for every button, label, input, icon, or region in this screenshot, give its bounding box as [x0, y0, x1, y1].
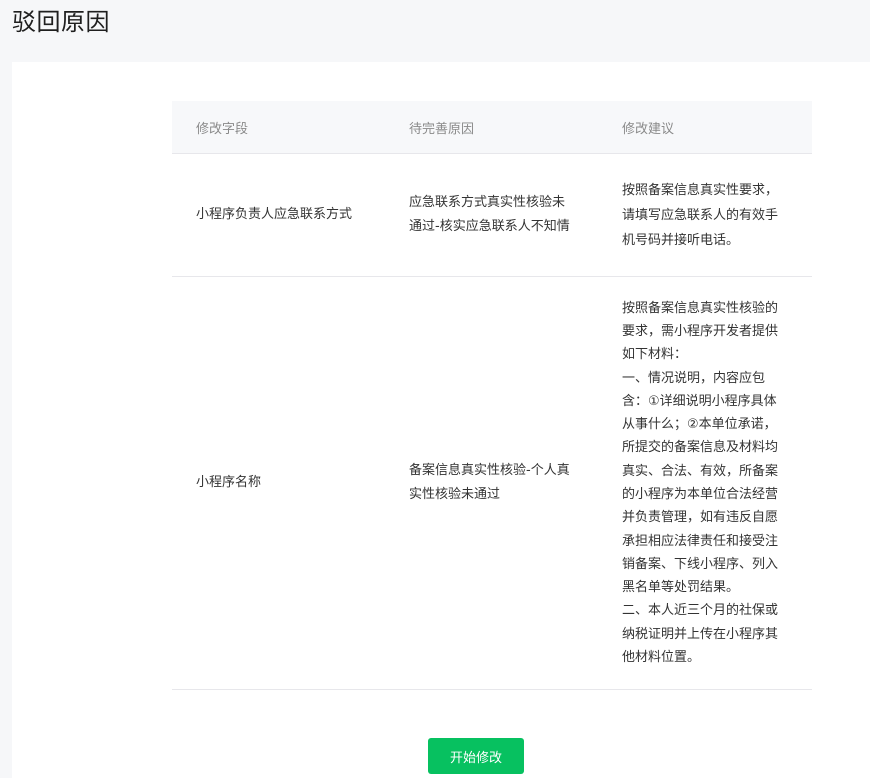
- header-reason: 待完善原因: [409, 121, 475, 137]
- table-header: 修改字段 待完善原因 修改建议: [172, 101, 812, 154]
- rejection-card: 修改字段 待完善原因 修改建议 小程序负责人应急联系方式 应急联系方式真实性核验…: [12, 62, 870, 778]
- header-field: 修改字段: [196, 121, 249, 137]
- reason-text: 备案信息真实性核验-个人真实性核验未通过: [409, 463, 570, 502]
- start-edit-button[interactable]: 开始修改: [428, 738, 524, 774]
- table-row: 小程序名称 备案信息真实性核验-个人真实性核验未通过 按照备案信息真实性核验的要…: [172, 277, 812, 690]
- field-text: 小程序负责人应急联系方式: [196, 207, 353, 222]
- cell-field: 小程序负责人应急联系方式: [172, 203, 385, 227]
- cell-reason: 备案信息真实性核验-个人真实性核验未通过: [385, 459, 598, 507]
- table-row: 小程序负责人应急联系方式 应急联系方式真实性核验未通过-核实应急联系人不知情 按…: [172, 154, 812, 277]
- suggestion-text: 按照备案信息真实性要求，请填写应急联系人的有效手机号码并接听电话。: [622, 182, 779, 248]
- page-title: 驳回原因: [12, 8, 110, 36]
- cell-suggestion: 按照备案信息真实性核验的要求，需小程序开发者提供如下材料： 一、情况说明，内容应…: [598, 297, 812, 670]
- suggestion-text: 按照备案信息真实性核验的要求，需小程序开发者提供如下材料： 一、情况说明，内容应…: [622, 300, 779, 666]
- rejection-table: 修改字段 待完善原因 修改建议 小程序负责人应急联系方式 应急联系方式真实性核验…: [172, 101, 812, 690]
- cell-field: 小程序名称: [172, 471, 385, 495]
- field-text: 小程序名称: [196, 475, 262, 490]
- header-suggestion: 修改建议: [622, 121, 675, 137]
- reason-text: 应急联系方式真实性核验未通过-核实应急联系人不知情: [409, 195, 570, 234]
- cell-reason: 应急联系方式真实性核验未通过-核实应急联系人不知情: [385, 191, 598, 239]
- cell-suggestion: 按照备案信息真实性要求，请填写应急联系人的有效手机号码并接听电话。: [598, 178, 812, 253]
